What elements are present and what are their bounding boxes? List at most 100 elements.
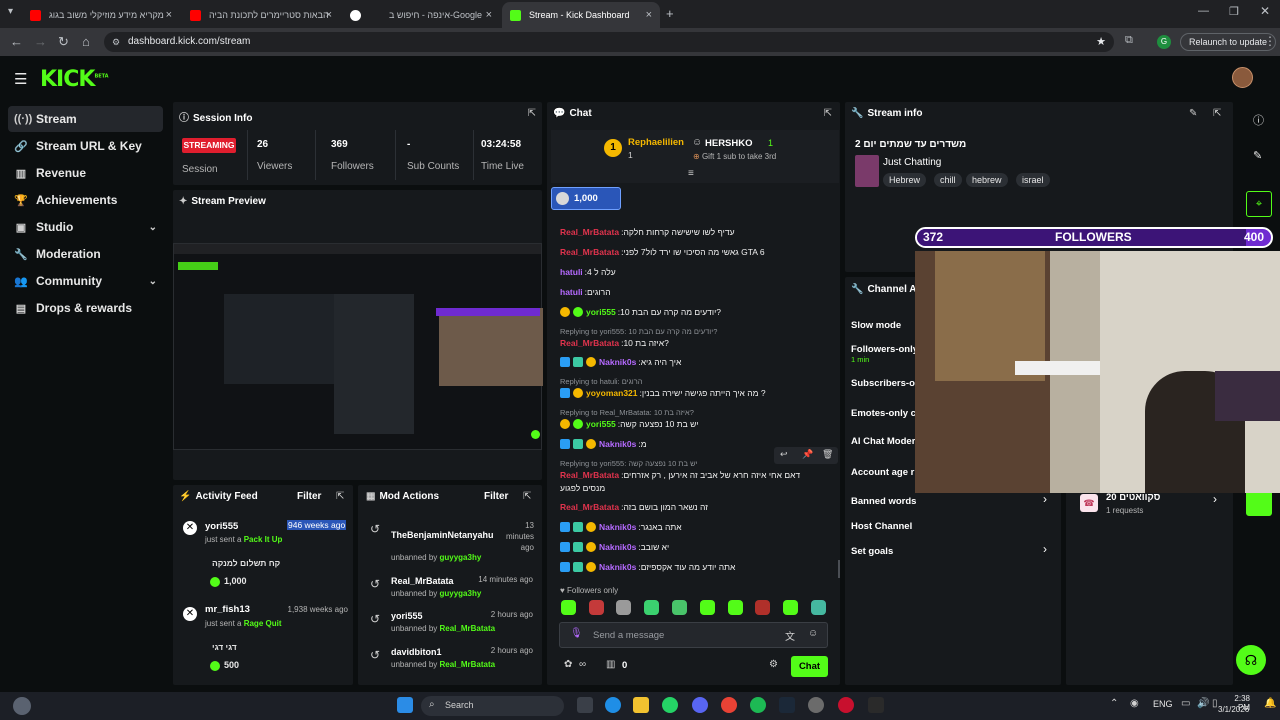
popout-icon[interactable]: ⇱ bbox=[528, 108, 536, 119]
profile-avatar[interactable]: G bbox=[1157, 35, 1171, 49]
chat-message[interactable]: Real_MrBatata: דאם אחי איזה חרא של אביב … bbox=[560, 470, 835, 480]
bookmark-star-icon[interactable]: ★ bbox=[1096, 32, 1106, 52]
tray-app-icon[interactable]: ◉ bbox=[1130, 698, 1139, 709]
chat-user[interactable]: yori555 bbox=[586, 419, 616, 429]
edit-pencil-icon[interactable]: ✎ bbox=[1253, 149, 1262, 162]
emote-5[interactable] bbox=[672, 600, 687, 615]
close-window-button[interactable]: ✕ bbox=[1260, 4, 1270, 18]
new-tab-button[interactable]: + bbox=[666, 6, 674, 21]
emote-6[interactable] bbox=[700, 600, 715, 615]
category-name[interactable]: Just Chatting bbox=[883, 157, 941, 168]
windows-start-icon[interactable] bbox=[397, 697, 413, 713]
setting-emotes-only[interactable]: Emotes-only c bbox=[851, 408, 916, 419]
chat-message[interactable]: yori555: יודעים מה קרה עם הבת 10? bbox=[560, 307, 835, 317]
clip-icon[interactable]: ⌖ bbox=[1246, 191, 1272, 217]
whatsapp-icon[interactable] bbox=[662, 697, 678, 713]
close-icon[interactable]: × bbox=[646, 9, 652, 21]
forward-icon[interactable]: → bbox=[34, 34, 47, 49]
chat-message[interactable]: Naknik0s: יא שובב bbox=[560, 542, 835, 552]
microphone-icon[interactable]: 🎙 bbox=[570, 628, 583, 639]
mod-user[interactable]: davidbiton1 bbox=[391, 647, 442, 657]
sidebar-item-drops[interactable]: ▤ Drops & rewards bbox=[8, 295, 163, 321]
relaunch-button[interactable]: Relaunch to update bbox=[1180, 33, 1277, 51]
weather-icon[interactable] bbox=[13, 697, 31, 715]
chat-user[interactable]: Naknik0s bbox=[599, 562, 636, 572]
popout-icon[interactable]: ⇱ bbox=[523, 491, 531, 502]
edge-icon[interactable] bbox=[605, 697, 621, 713]
chat-message[interactable]: Real_MrBatata: זה נשאר המון בושם בזה bbox=[560, 502, 835, 512]
extensions-icon[interactable]: ⧉ bbox=[1125, 34, 1133, 47]
file-explorer-icon[interactable] bbox=[633, 697, 649, 713]
chat-message[interactable]: Naknik0s: אתה יודע מה עוד אקספיזם bbox=[560, 562, 835, 572]
site-info-icon[interactable]: ⚙ bbox=[112, 32, 120, 52]
setting-host-channel[interactable]: Host Channel bbox=[851, 521, 912, 532]
chat-user[interactable]: Real_MrBatata bbox=[560, 227, 619, 237]
browser-tab-1[interactable]: מקריא מידע מוזיקלי משוב בגוג × bbox=[22, 2, 180, 28]
hamburger-menu-icon[interactable]: ☰ bbox=[14, 70, 27, 88]
pin-icon[interactable]: 📌 bbox=[802, 449, 813, 460]
translate-icon[interactable]: 文 bbox=[785, 628, 795, 643]
sidebar-item-moderation[interactable]: 🔧 Moderation bbox=[8, 241, 163, 267]
popout-icon[interactable]: ⇱ bbox=[1213, 108, 1221, 119]
chat-user[interactable]: Naknik0s bbox=[599, 439, 636, 449]
sidebar-item-stream-url[interactable]: 🔗 Stream URL & Key bbox=[8, 133, 163, 159]
chat-message[interactable]: hatuli: עלה ל 4 bbox=[560, 267, 835, 277]
chat-user[interactable]: hatuli bbox=[560, 287, 583, 297]
chat-user[interactable]: Real_MrBatata bbox=[560, 247, 619, 257]
steam-icon[interactable] bbox=[779, 697, 795, 713]
stream-preview-video[interactable] bbox=[173, 243, 543, 450]
emote-4[interactable] bbox=[644, 600, 659, 615]
chat-user[interactable]: Naknik0s bbox=[599, 522, 636, 532]
emote-3[interactable] bbox=[616, 600, 631, 615]
chevron-right-icon[interactable]: › bbox=[1043, 542, 1047, 556]
setting-banned-words[interactable]: Banned words bbox=[851, 496, 916, 507]
close-icon[interactable]: × bbox=[486, 9, 492, 21]
reload-icon[interactable]: ↻ bbox=[58, 34, 69, 50]
volume-icon[interactable]: 🔊 bbox=[1197, 698, 1209, 709]
chat-input-box[interactable]: 🎙 Send a message 文 ☺ bbox=[559, 622, 828, 648]
close-icon[interactable]: × bbox=[326, 9, 332, 21]
chat-message[interactable]: Real_MrBatata: איזה בת 10? bbox=[560, 338, 835, 348]
chat-message[interactable]: Real_MrBatata: גאשי מה הסיכוי שו ירד לול… bbox=[560, 247, 835, 257]
emote-1[interactable] bbox=[561, 600, 576, 615]
chat-message[interactable]: yoyoman321: מה איך הייתה פגישה ישירה בבנ… bbox=[560, 388, 835, 398]
user-avatar[interactable] bbox=[1232, 67, 1253, 88]
app-icon[interactable] bbox=[838, 697, 854, 713]
browser-tab-3[interactable]: אינפה - חיפוש ב-Google × bbox=[342, 2, 500, 28]
setting-followers-only[interactable]: Followers-only bbox=[851, 344, 918, 355]
close-icon[interactable]: × bbox=[166, 9, 172, 21]
infinity-icon[interactable]: ∞ bbox=[579, 659, 586, 670]
chat-message[interactable]: Naknik0s: אתה באנגר bbox=[560, 522, 835, 532]
chevron-right-icon[interactable]: › bbox=[1043, 492, 1047, 506]
notifications-icon[interactable]: 🔔 bbox=[1264, 698, 1276, 709]
top-gifter-name[interactable]: Rephaelilien bbox=[628, 137, 684, 148]
activity-user[interactable]: yori555 bbox=[205, 521, 238, 532]
sidebar-item-revenue[interactable]: ▥ Revenue bbox=[8, 160, 163, 186]
store-icon[interactable]: ▥ bbox=[606, 659, 615, 670]
chat-message[interactable]: hatuli: הרוגים bbox=[560, 287, 835, 297]
mod-user[interactable]: TheBenjaminNetanyahu bbox=[391, 530, 494, 540]
gifter2-name[interactable]: HERSHKO bbox=[705, 138, 753, 149]
mod-user[interactable]: yori555 bbox=[391, 611, 423, 621]
taskbar-search[interactable]: ⌕ Search bbox=[421, 696, 564, 716]
emote-2[interactable] bbox=[589, 600, 604, 615]
drops-icon[interactable]: ✿ bbox=[564, 659, 572, 670]
chat-user[interactable]: hatuli bbox=[560, 267, 583, 277]
clock-date[interactable]: 3/1/2026 bbox=[1218, 705, 1249, 714]
chevron-down-icon[interactable]: ⌄ bbox=[149, 222, 157, 233]
tray-overflow-icon[interactable]: ⌃ bbox=[1110, 698, 1118, 709]
emote-9[interactable] bbox=[783, 600, 798, 615]
chat-user[interactable]: yoyoman321 bbox=[586, 388, 638, 398]
obs-icon[interactable] bbox=[808, 697, 824, 713]
gift-prompt[interactable]: ⊕ Gift 1 sub to take 3rd bbox=[693, 152, 776, 161]
sidebar-item-community[interactable]: 👥 Community ⌄ bbox=[8, 268, 163, 294]
kick-app-icon[interactable] bbox=[1246, 490, 1272, 516]
menu-kebab-icon[interactable]: ⋮ bbox=[1264, 34, 1276, 48]
discord-icon[interactable] bbox=[692, 697, 708, 713]
setting-ai-moderation[interactable]: AI Chat Moder bbox=[851, 436, 915, 447]
emote-8[interactable] bbox=[755, 600, 770, 615]
setting-account-age[interactable]: Account age r bbox=[851, 467, 914, 478]
network-icon[interactable]: ▭ bbox=[1181, 698, 1190, 709]
battery-icon[interactable]: ▯ bbox=[1212, 698, 1218, 709]
chevron-down-icon[interactable]: ⌄ bbox=[149, 276, 157, 287]
